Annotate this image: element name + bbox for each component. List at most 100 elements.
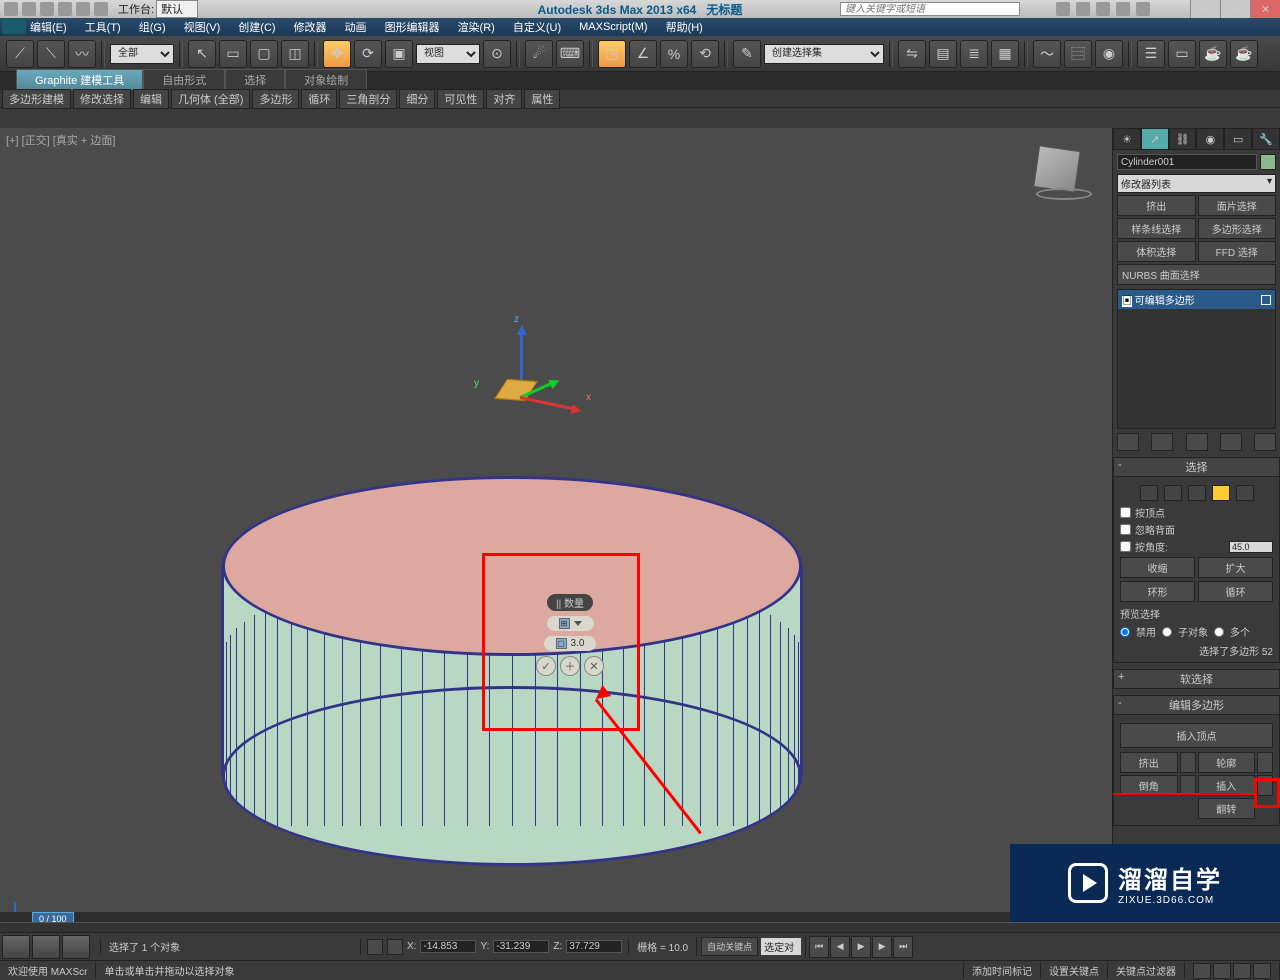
- coord-y[interactable]: [493, 940, 549, 953]
- close-button[interactable]: ✕: [1250, 0, 1280, 18]
- menu-animation[interactable]: 动画: [345, 19, 367, 35]
- setkey-segment[interactable]: 设置关键点: [1041, 963, 1108, 978]
- select-object-icon[interactable]: ↖: [188, 40, 216, 68]
- preview-disable-radio[interactable]: [1120, 627, 1130, 637]
- remove-mod-icon[interactable]: [1220, 433, 1242, 451]
- object-color-swatch[interactable]: [1260, 154, 1276, 170]
- tab-hierarchy-icon[interactable]: ⛓: [1169, 128, 1197, 150]
- goto-start-icon[interactable]: ⏮: [809, 936, 829, 958]
- layer-manager-icon[interactable]: ≣: [960, 40, 988, 68]
- preview-subobj-radio[interactable]: [1162, 627, 1172, 637]
- render-iter-icon[interactable]: ☕: [1230, 40, 1258, 68]
- maximize-button[interactable]: ▭: [1220, 0, 1250, 18]
- menu-tools[interactable]: 工具(T): [85, 19, 121, 35]
- outline-button[interactable]: 轮廓: [1198, 752, 1256, 773]
- select-region-icon[interactable]: ▢: [250, 40, 278, 68]
- nav-pan-icon[interactable]: [1193, 963, 1211, 979]
- auto-key-button[interactable]: 自动关键点: [701, 937, 758, 956]
- grow-button[interactable]: 扩大: [1198, 557, 1273, 578]
- modbtn-splinesel[interactable]: 样条线选择: [1117, 218, 1196, 239]
- favorites-icon[interactable]: [1116, 2, 1130, 16]
- modifier-stack[interactable]: ▣ 可编辑多边形: [1117, 289, 1276, 429]
- nav-orbit-icon[interactable]: [1233, 963, 1251, 979]
- subobj-edge-icon[interactable]: [1164, 485, 1182, 501]
- insert-vertex-button[interactable]: 插入顶点: [1120, 723, 1273, 748]
- tab-modify-icon[interactable]: ↗: [1141, 128, 1169, 150]
- workspace-dropdown[interactable]: 默认: [156, 0, 198, 18]
- ribbon-geom-all[interactable]: 几何体 (全部): [171, 89, 250, 109]
- mirror-icon[interactable]: ⇋: [898, 40, 926, 68]
- make-unique-icon[interactable]: [1186, 433, 1208, 451]
- stack-entry-editpoly[interactable]: ▣ 可编辑多边形: [1118, 290, 1275, 309]
- loop-button[interactable]: 循环: [1198, 581, 1273, 602]
- object-name-input[interactable]: [1117, 154, 1257, 170]
- ref-coord-system[interactable]: 视图: [416, 44, 480, 64]
- ring-button[interactable]: 环形: [1120, 581, 1195, 602]
- goto-end-icon[interactable]: ⏭: [893, 936, 913, 958]
- ribbon-tab-selection[interactable]: 选择: [225, 69, 285, 90]
- qat-open-icon[interactable]: [22, 2, 36, 16]
- viewcube[interactable]: [1036, 148, 1092, 204]
- viewport-label[interactable]: [+] [正交] [真实 + 边面]: [6, 132, 115, 148]
- menu-modifier[interactable]: 修改器: [294, 19, 327, 35]
- subobj-vertex-icon[interactable]: [1140, 485, 1158, 501]
- modbtn-nurbs[interactable]: NURBS 曲面选择: [1117, 264, 1276, 285]
- pivot-center-icon[interactable]: ⊙: [483, 40, 511, 68]
- edit-named-sel-icon[interactable]: ✎: [733, 40, 761, 68]
- modbtn-ffdsel[interactable]: FFD 选择: [1198, 241, 1277, 262]
- select-by-name-icon[interactable]: ▭: [219, 40, 247, 68]
- ribbon-loops[interactable]: 循环: [301, 89, 337, 109]
- ribbon-edit[interactable]: 编辑: [133, 89, 169, 109]
- coord-x[interactable]: [420, 940, 476, 953]
- window-crossing-icon[interactable]: ◫: [281, 40, 309, 68]
- addtime-segment[interactable]: 添加时间标记: [964, 963, 1041, 978]
- ribbon-polys[interactable]: 多边形: [252, 89, 299, 109]
- signin-icon[interactable]: [1076, 2, 1090, 16]
- application-menu-button[interactable]: [2, 18, 26, 34]
- menu-maxscript[interactable]: MAXScript(M): [579, 21, 647, 33]
- ribbon-subdiv[interactable]: 细分: [399, 89, 435, 109]
- by-angle-check[interactable]: 按角度:45.0: [1120, 539, 1273, 554]
- render-prod-icon[interactable]: ☕: [1199, 40, 1227, 68]
- move-gizmo-icon[interactable]: ✥: [323, 40, 351, 68]
- modifier-list-dropdown[interactable]: 修改器列表▾: [1117, 174, 1276, 193]
- tab-utilities-icon[interactable]: 🔧: [1252, 128, 1280, 150]
- subobj-border-icon[interactable]: [1188, 485, 1206, 501]
- exchange-icon[interactable]: [1096, 2, 1110, 16]
- rollout-softsel-header[interactable]: +软选择: [1113, 669, 1280, 689]
- rollout-selection-header[interactable]: -选择: [1113, 457, 1280, 477]
- menu-group[interactable]: 组(G): [139, 19, 166, 35]
- ignore-backface-check[interactable]: 忽略背面: [1120, 522, 1273, 537]
- ribbon-visibility[interactable]: 可见性: [437, 89, 484, 109]
- show-end-icon[interactable]: [1151, 433, 1173, 451]
- rotate-gizmo-icon[interactable]: ⟳: [354, 40, 382, 68]
- modbtn-patchsel[interactable]: 面片选择: [1198, 195, 1277, 216]
- qat-save-icon[interactable]: [40, 2, 54, 16]
- play-icon[interactable]: ▶: [851, 936, 871, 958]
- lock-selection-icon[interactable]: [367, 939, 383, 955]
- modbtn-extrude[interactable]: 挤出: [1117, 195, 1196, 216]
- by-vertex-check[interactable]: 按顶点: [1120, 505, 1273, 520]
- keyboard-shortcut-icon[interactable]: ⌨: [556, 40, 584, 68]
- qat-redo-icon[interactable]: [76, 2, 90, 16]
- qat-undo-icon[interactable]: [58, 2, 72, 16]
- extrude-settings-icon[interactable]: [1180, 752, 1196, 773]
- align-icon[interactable]: ▤: [929, 40, 957, 68]
- keyfilter-dropdown[interactable]: 选定对: [761, 938, 801, 955]
- bind-space-icon[interactable]: 〰: [68, 40, 96, 68]
- scale-gizmo-icon[interactable]: ▣: [385, 40, 413, 68]
- prev-frame-icon[interactable]: ◀: [830, 936, 850, 958]
- ribbon-tri[interactable]: 三角剖分: [339, 89, 397, 109]
- subobj-polygon-icon[interactable]: [1212, 485, 1230, 501]
- ribbon-tab-graphite[interactable]: Graphite 建模工具: [16, 69, 143, 90]
- abs-rel-icon[interactable]: [387, 939, 403, 955]
- ribbon-props[interactable]: 属性: [524, 89, 560, 109]
- nav-maximize-icon[interactable]: [1253, 963, 1271, 979]
- extrude-button[interactable]: 挤出: [1120, 752, 1178, 773]
- modbtn-volsel[interactable]: 体积选择: [1117, 241, 1196, 262]
- schematic-view-icon[interactable]: ⿳: [1064, 40, 1092, 68]
- help-icon[interactable]: [1136, 2, 1150, 16]
- transform-gizmo[interactable]: z y x: [490, 368, 610, 478]
- next-frame-icon[interactable]: ▶: [872, 936, 892, 958]
- trackbar-bracket-icon[interactable]: [32, 935, 60, 959]
